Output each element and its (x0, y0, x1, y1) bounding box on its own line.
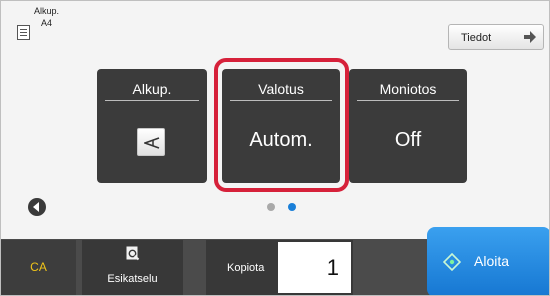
start-icon (443, 253, 461, 271)
top-bar: Alkup. A4 Tiedot (1, 1, 549, 50)
preview-button[interactable]: Esikatselu (82, 240, 183, 295)
copies-label: Kopiota (227, 262, 265, 274)
original-card[interactable]: Alkup. (97, 69, 207, 183)
page-dot-2-active[interactable] (288, 203, 296, 211)
preview-button-label: Esikatselu (107, 273, 158, 285)
back-button[interactable] (28, 198, 46, 216)
info-button[interactable]: Tiedot (448, 24, 544, 50)
copies-panel: Kopiota 1 (206, 240, 353, 295)
multishot-card-value: Off (394, 129, 422, 151)
copies-input[interactable]: 1 (278, 242, 351, 293)
page-dot-1[interactable] (267, 203, 275, 211)
original-card-title: Alkup. (105, 78, 199, 101)
clear-all-button[interactable]: CA (1, 240, 76, 295)
info-button-label: Tiedot (461, 32, 492, 44)
original-label: Alkup. (34, 6, 60, 16)
selection-highlight (214, 58, 349, 192)
multishot-card-title: Moniotos (357, 78, 459, 101)
multishot-card[interactable]: Moniotos Off (349, 69, 467, 183)
start-button[interactable]: Aloita (427, 227, 549, 295)
bottom-bar: CA Esikatselu Kopiota 1 Aloita (1, 227, 549, 295)
arrow-left-icon (33, 202, 39, 212)
orientation-icon (144, 137, 160, 149)
arrow-right-icon (523, 28, 537, 46)
preview-icon (126, 246, 140, 261)
original-size: A4 (41, 18, 53, 28)
copy-screen: Alkup. A4 Tiedot Alkup. Valotus Autom. M… (0, 0, 550, 296)
original-document-icon (17, 25, 30, 40)
start-button-label: Aloita (474, 253, 510, 269)
orientation-button[interactable] (137, 128, 165, 156)
